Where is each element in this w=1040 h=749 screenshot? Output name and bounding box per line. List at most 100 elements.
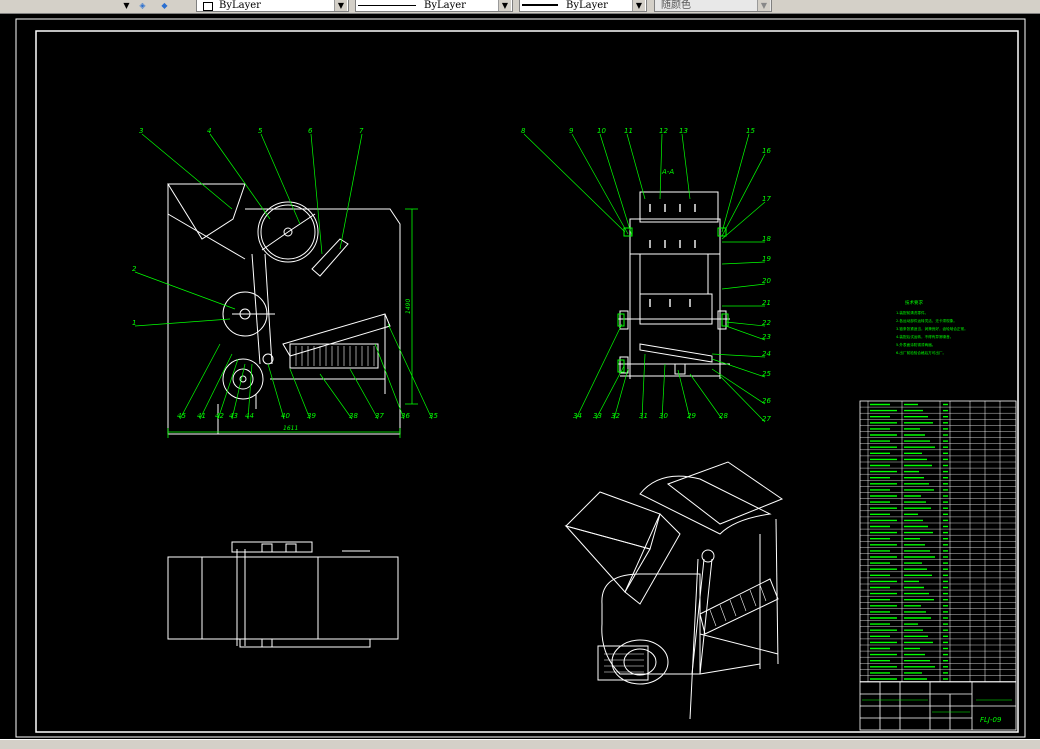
iso-hopper-front [624,513,681,605]
notes-title: 技术要求 [905,299,923,306]
front-label-texts: 3 4 5 6 72145 41 42 43 44 40 39 38 37 36 35 [132,127,438,420]
properties-toolbar: ▼ ◈ ◆ ByLayer ▼ ByLayer ▼ ByLayer ▼ 随颜色 … [0,0,1040,14]
note-line: 6.出厂前检验合格后方可出厂。 [896,350,946,355]
top-view-pulley [261,638,273,648]
collector-hatch [295,346,375,366]
layer-states-icon[interactable]: ◈ [137,0,148,11]
note-line: 1.装配前清洗零件。 [896,310,928,315]
part-balloon: 29 [687,412,696,420]
part-balloon: 24 [762,350,771,358]
part-balloon: 25 [762,370,771,378]
part-balloon: 9 [569,127,574,135]
part-balloon: 33 [593,412,602,420]
chevron-down-icon[interactable]: ▼ [757,0,770,11]
part-balloon: 10 [597,127,606,135]
leader-line [339,133,363,250]
part-balloon: 12 [659,127,668,135]
fan-housing [222,358,264,400]
part-balloon: 16 [762,147,771,155]
section-sieve [639,343,713,363]
leader-line [571,133,629,235]
part-balloon: 17 [762,195,771,203]
drum-spoke [287,213,316,233]
part-balloon: 27 [762,415,771,423]
part-balloon: 37 [375,412,384,420]
dropdown-arrow-icon[interactable]: ▼ [121,0,132,11]
leader-line [217,358,239,420]
lineweight-preview [522,4,558,6]
section-top-box [639,191,719,223]
part-balloon: 31 [639,412,648,420]
part-balloon: 42 [215,412,224,420]
section-view-a-a [618,191,730,379]
leader-line [721,133,750,233]
layer-previous-icon[interactable]: ◆ [159,0,170,11]
grain-collector [289,343,379,369]
leader-line [134,271,236,310]
top-view-base-rail [239,638,371,648]
leader-line [626,133,646,200]
top-view-pulley [261,543,273,553]
leader-line [310,133,323,255]
plotstyle-control-value: 随颜色 [661,0,691,11]
top-view [167,541,399,648]
leader-line [199,353,233,420]
belt-line [251,253,261,365]
chevron-down-icon[interactable]: ▼ [632,0,645,11]
part-balloon: 26 [762,397,771,405]
leader-line [267,363,285,420]
front-leaders [134,133,433,420]
front-height-dim: 1490 [405,299,412,314]
chevron-down-icon[interactable]: ▼ [498,0,511,11]
iso-leg [689,558,699,720]
note-line: 3.链条张紧适当，润滑良好，齿轮啮合正常。 [896,326,968,331]
lineweight-control-combo[interactable]: ByLayer ▼ [519,0,647,12]
lineweight-control-value: ByLayer [566,0,608,11]
chute-line [167,213,246,260]
color-swatch-icon [203,2,213,11]
leader-line [681,133,691,200]
note-line: 2.各运动部件运转灵活，无卡滞现象。 [896,318,957,323]
iso-fan-wheel [623,648,657,676]
part-balloon: 35 [429,412,438,420]
drawing-canvas[interactable]: 1611 1490 3 4 5 6 7 2 1 45 41 42 43 44 40 39 38 37 36 35 [0,14,1040,739]
leader-line [725,321,766,327]
linetype-control-value: ByLayer [424,0,466,11]
color-control-combo[interactable]: ByLayer ▼ [196,0,349,12]
iso-sieve-hatch [709,584,767,627]
linetype-control-combo[interactable]: ByLayer ▼ [355,0,513,12]
part-balloon: 23 [762,333,771,341]
iso-leg [775,518,779,665]
part-balloon: 6 [308,127,313,135]
color-control-value: ByLayer [219,0,261,11]
section-label-texts: 8 9 10 11 12 13 15 16 17 18 19 20 21 22 23 24 25 26 27 34 33… [521,127,771,423]
leader-line [141,133,233,210]
chevron-down-icon[interactable]: ▼ [334,0,347,11]
part-balloon: 21 [762,299,771,307]
part-balloon: 22 [762,319,771,327]
part-balloon: 34 [573,412,582,420]
part-balloon: 18 [762,235,771,243]
hopper [167,183,246,240]
leader-line [599,133,633,237]
part-balloon: 20 [762,277,771,285]
part-balloon: 28 [719,412,728,420]
leader-line [134,318,231,327]
part-balloon: 19 [762,255,771,263]
iso-body [601,573,701,675]
section-upper-box [629,218,721,255]
note-line: 4.装配后试运转，不得有异常噪音。 [896,334,953,339]
part-balloon: 5 [258,127,263,135]
iso-hopper-top [565,491,661,550]
iso-drum-cover [639,475,772,535]
part-balloon: 44 [245,412,254,420]
part-balloon: 2 [132,265,137,273]
plotstyle-control-combo[interactable]: 随颜色 ▼ [654,0,772,12]
top-view-pulley [285,543,297,553]
part-balloon: 45 [177,412,186,420]
linetype-preview [358,5,416,6]
section-leaders [523,133,766,423]
note-line: 5.外表面涂防锈漆两遍。 [896,342,935,347]
technical-notes: 技术要求 1.装配前清洗零件。 2.各运动部件运转灵活，无卡滞现象。 3.链条张… [896,299,968,355]
part-balloon: 30 [659,412,668,420]
